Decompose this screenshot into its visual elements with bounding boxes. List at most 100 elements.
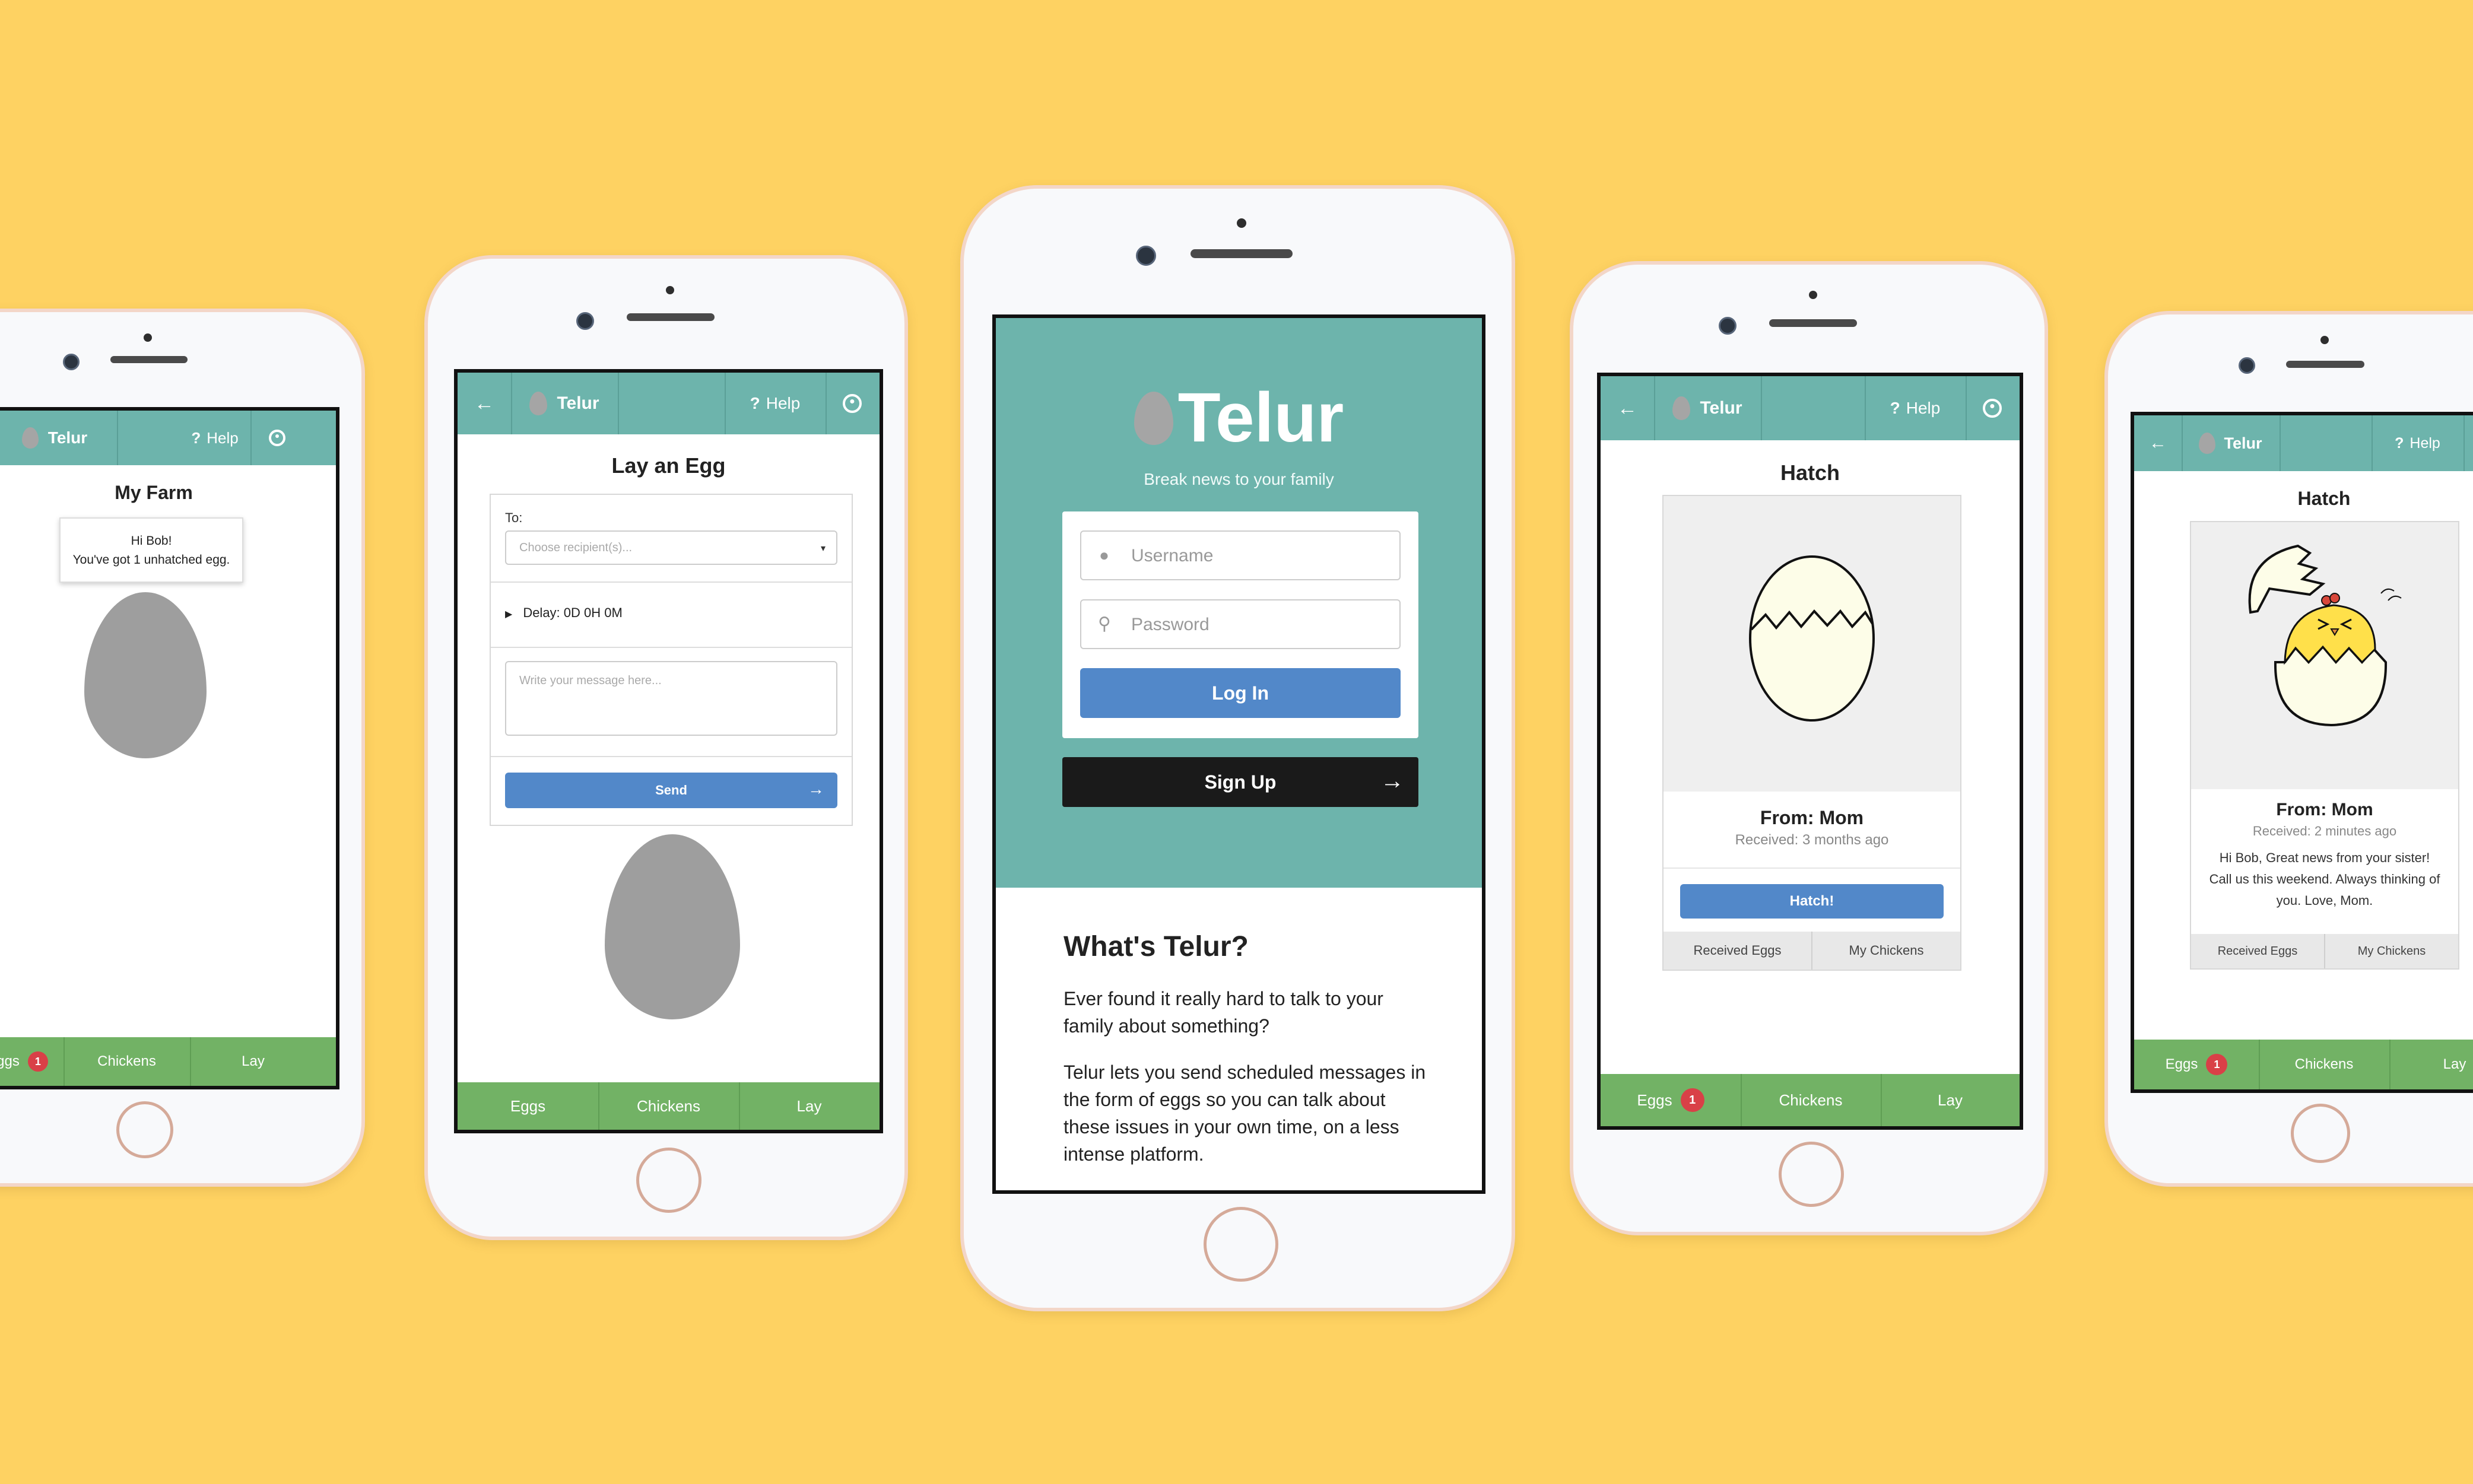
user-circle-icon	[843, 394, 862, 413]
divider	[491, 581, 852, 583]
password-placeholder: Password	[1131, 615, 1209, 634]
divider	[491, 647, 852, 648]
speaker	[110, 356, 188, 363]
nav-chickens[interactable]: Chickens	[2259, 1040, 2389, 1089]
profile-button[interactable]	[250, 411, 304, 465]
unhatched-egg[interactable]	[84, 592, 207, 758]
logo[interactable]: Telur	[1, 411, 108, 465]
egg-logo-icon	[2199, 433, 2216, 454]
nav-lay[interactable]: Lay	[2389, 1040, 2473, 1089]
phone-login: Telur Break news to your family ● Userna…	[960, 185, 1515, 1311]
signup-button[interactable]: Sign Up →	[1062, 757, 1418, 807]
chicken-card: From: Mom Received: 2 minutes ago Hi Bob…	[2190, 521, 2459, 970]
unread-badge: 1	[2206, 1054, 2228, 1075]
help-label: Help	[1906, 399, 1941, 417]
home-button[interactable]	[1779, 1142, 1844, 1207]
help-link[interactable]: ? Help	[179, 411, 250, 465]
home-button[interactable]	[636, 1148, 701, 1213]
nav-eggs[interactable]: Eggs 1	[1601, 1074, 1741, 1126]
canvas: { "colors": {"background":"#FED262","tea…	[0, 0, 2473, 1484]
app-name: Telur	[1700, 398, 1742, 418]
about-paragraph-1: Ever found it really hard to talk to you…	[1064, 988, 1383, 1037]
phone-hatch: ← Telur ? Help Hatch From: Mom Received:…	[1570, 261, 2048, 1235]
app-header: Telur ? Help	[0, 411, 336, 465]
received-label: Received: 3 months ago	[1735, 832, 1889, 848]
nav-eggs[interactable]: Eggs 1	[2134, 1040, 2259, 1089]
username-placeholder: Username	[1131, 546, 1214, 565]
nav-eggs[interactable]: Eggs	[458, 1082, 598, 1130]
tooltip-line-1: Hi Bob!	[131, 534, 172, 548]
logo[interactable]: Telur	[1654, 376, 1761, 440]
back-button[interactable]: ←	[2134, 415, 2182, 471]
nav-lay[interactable]: Lay	[739, 1082, 880, 1130]
screen: ← Telur ? Help Lay an Egg To: Choose rec…	[454, 369, 883, 1133]
home-button[interactable]	[1204, 1207, 1278, 1282]
question-icon: ?	[191, 428, 201, 447]
nav-eggs[interactable]: Eggs 1	[0, 1037, 64, 1086]
delay-toggle[interactable]: ▶ Delay: 0D 0H 0M	[505, 605, 623, 621]
speaker	[627, 313, 715, 321]
nav-eggs-label: Eggs	[2165, 1056, 2198, 1072]
profile-button[interactable]	[2464, 415, 2473, 471]
nav-chickens[interactable]: Chickens	[64, 1037, 190, 1086]
back-button[interactable]: ←	[1601, 376, 1654, 440]
tab-my-chickens[interactable]: My Chickens	[2324, 934, 2458, 968]
app-name: Telur	[2224, 434, 2262, 452]
profile-button[interactable]	[826, 373, 879, 434]
nav-lay[interactable]: Lay	[190, 1037, 316, 1086]
message-input[interactable]: Write your message here...	[505, 661, 837, 736]
key-icon: ⚲	[1098, 614, 1111, 634]
tab-received-eggs[interactable]: Received Eggs	[2191, 934, 2324, 968]
home-button[interactable]	[116, 1101, 173, 1158]
password-field[interactable]: ⚲ Password	[1080, 599, 1401, 649]
tab-received-eggs[interactable]: Received Eggs	[1664, 932, 1811, 970]
login-label: Log In	[1212, 682, 1269, 704]
bottom-nav: Eggs 1 Chickens Lay	[0, 1037, 336, 1086]
sensor	[1809, 291, 1817, 299]
egg-card: From: Mom Received: 3 months ago Hatch! …	[1662, 495, 1961, 971]
profile-button[interactable]	[1966, 376, 2019, 440]
divider	[2280, 415, 2281, 471]
logo-text: Telur	[1177, 379, 1344, 457]
send-button[interactable]: Send →	[505, 773, 837, 808]
nav-chickens[interactable]: Chickens	[598, 1082, 739, 1130]
tab-my-chickens[interactable]: My Chickens	[1811, 932, 1960, 970]
back-button[interactable]: ←	[458, 373, 511, 434]
hero: Telur Break news to your family ● Userna…	[996, 318, 1482, 888]
app-header: ← Telur ? Help	[458, 373, 880, 434]
home-button[interactable]	[2291, 1104, 2350, 1163]
help-link[interactable]: ? Help	[1865, 376, 1966, 440]
received-label: Received: 2 minutes ago	[2252, 824, 2397, 838]
divider	[1664, 867, 1960, 869]
hatch-button[interactable]: Hatch!	[1680, 884, 1944, 919]
egg-logo-icon	[1672, 396, 1691, 420]
camera	[2239, 357, 2255, 374]
help-link[interactable]: ? Help	[2372, 415, 2464, 471]
recipient-select[interactable]: Choose recipient(s)... ▾	[505, 530, 837, 565]
question-icon: ?	[2395, 434, 2404, 452]
nav-eggs-label: Eggs	[1637, 1091, 1672, 1109]
cracked-egg-illustration	[1749, 555, 1875, 722]
logo[interactable]: Telur	[511, 373, 618, 434]
about-title: What's Telur?	[1064, 931, 1249, 962]
help-link[interactable]: ? Help	[725, 373, 826, 434]
bottom-nav: Eggs 1 Chickens Lay	[2134, 1040, 2473, 1089]
hatch-label: Hatch!	[1789, 893, 1834, 909]
phone-my-farm: Telur ? Help My Farm Hi Bob! You've got …	[0, 309, 365, 1187]
tooltip-line-2: You've got 1 unhatched egg.	[72, 553, 230, 567]
username-field[interactable]: ● Username	[1080, 530, 1401, 580]
nav-chickens[interactable]: Chickens	[1741, 1074, 1881, 1126]
nav-lay[interactable]: Lay	[1881, 1074, 2020, 1126]
hatched-chick-illustration	[2248, 544, 2402, 727]
to-label: To:	[505, 510, 523, 525]
camera	[576, 312, 594, 330]
page-title: Lay an Egg	[611, 453, 726, 478]
send-label: Send	[655, 783, 687, 797]
app-name: Telur	[557, 393, 599, 413]
logo[interactable]: Telur	[2182, 415, 2280, 471]
divider	[491, 756, 852, 757]
arrow-right-icon: →	[1380, 768, 1404, 794]
login-button[interactable]: Log In	[1080, 668, 1401, 718]
phone-lay-egg: ← Telur ? Help Lay an Egg To: Choose rec…	[424, 255, 908, 1240]
caret-right-icon: ▶	[505, 609, 513, 619]
